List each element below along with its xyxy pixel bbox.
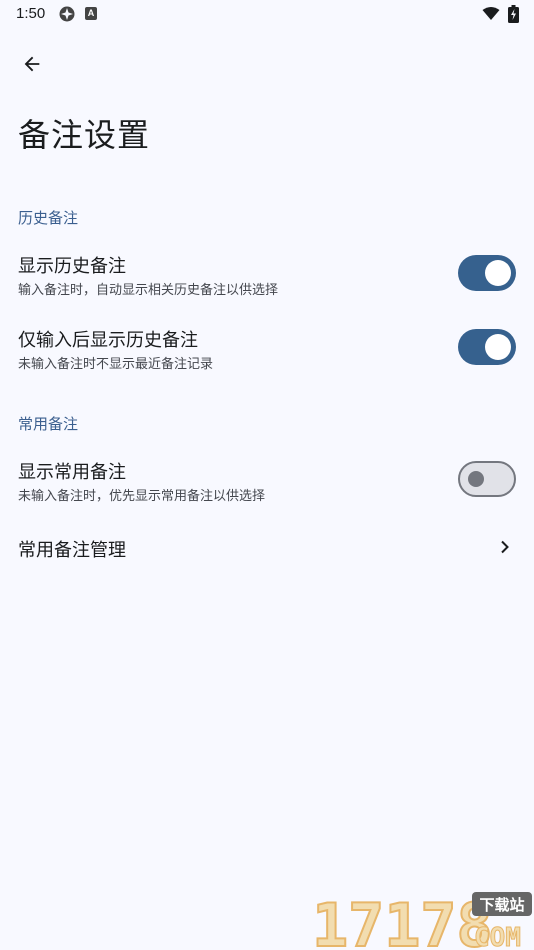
watermark-domain: COM xyxy=(474,923,521,950)
a-notification-icon: A xyxy=(85,7,97,20)
pref-title: 仅输入后显示历史备注 xyxy=(18,330,198,351)
status-time: 1:50 xyxy=(16,5,46,22)
battery-icon xyxy=(508,5,519,23)
pref-title: 常用备注管理 xyxy=(18,540,126,561)
page-title: 备注设置 xyxy=(18,116,151,154)
show-history-notes-switch[interactable] xyxy=(458,255,516,291)
watermark-number: 17178 xyxy=(312,891,493,950)
show-common-notes-switch[interactable] xyxy=(458,461,516,497)
watermark-badge: 下载站 xyxy=(479,896,524,914)
history-after-input-switch[interactable] xyxy=(458,329,516,365)
pref-title: 显示历史备注 xyxy=(18,256,126,277)
pref-summary: 未输入备注时，优先显示常用备注以供选择 xyxy=(18,489,266,504)
pref-title: 显示常用备注 xyxy=(18,462,126,483)
pref-common-notes-management[interactable]: 常用备注管理 xyxy=(0,524,534,572)
wifi-icon xyxy=(482,7,500,20)
section-header-common: 常用备注 xyxy=(18,415,79,433)
pref-show-common-notes[interactable]: 显示常用备注 未输入备注时，优先显示常用备注以供选择 xyxy=(0,448,534,512)
app-notification-icon xyxy=(59,6,75,22)
watermark-logo: 17178 下载站 COM xyxy=(311,890,532,950)
chevron-right-icon xyxy=(501,540,509,554)
section-header-history: 历史备注 xyxy=(18,209,79,227)
pref-summary: 输入备注时，自动显示相关历史备注以供选择 xyxy=(18,283,279,298)
pref-summary: 未输入备注时不显示最近备注记录 xyxy=(18,357,214,372)
switch-thumb xyxy=(468,471,484,487)
arrow-left-icon xyxy=(24,56,40,72)
back-button[interactable] xyxy=(14,46,50,82)
switch-thumb xyxy=(485,334,511,360)
switch-thumb xyxy=(485,260,511,286)
pref-show-history-notes[interactable]: 显示历史备注 输入备注时，自动显示相关历史备注以供选择 xyxy=(0,242,534,306)
pref-history-after-input[interactable]: 仅输入后显示历史备注 未输入备注时不显示最近备注记录 xyxy=(0,316,534,380)
status-bar: 1:50 A xyxy=(0,0,534,28)
